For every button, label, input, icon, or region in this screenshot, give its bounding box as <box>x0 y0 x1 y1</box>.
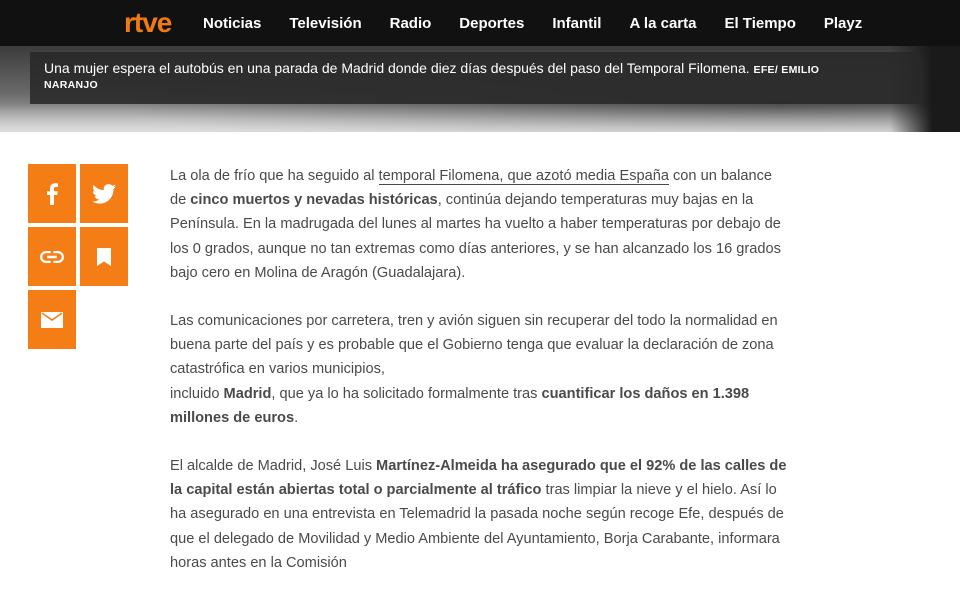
nav-item-noticias[interactable]: Noticias <box>203 15 261 32</box>
twitter-share-button[interactable] <box>80 164 128 223</box>
temporal-filomena-link[interactable]: temporal Filomena, que azotó media Españ… <box>378 168 669 185</box>
copy-link-button[interactable] <box>28 227 76 286</box>
p2-bold-madrid: Madrid <box>223 385 272 402</box>
bookmark-icon <box>97 247 111 266</box>
paragraph-3: El alcalde de Madrid, José Luis Martínez… <box>170 454 790 575</box>
email-share-button[interactable] <box>28 290 76 349</box>
main-nav: Noticias Televisión Radio Deportes Infan… <box>203 0 890 46</box>
nav-item-infantil[interactable]: Infantil <box>552 15 601 32</box>
nav-item-playz[interactable]: Playz <box>824 15 862 32</box>
caption-description: Una mujer espera el autobús en una parad… <box>44 60 750 76</box>
p1-text-a: La ola de frío que ha seguido al <box>170 168 379 184</box>
p1-bold: cinco muertos y nevadas históricas <box>190 192 438 209</box>
nav-item-television[interactable]: Televisión <box>289 15 361 32</box>
hero-image: Una mujer espera el autobús en una parad… <box>0 46 960 132</box>
p2-text-d: . <box>294 409 299 426</box>
paragraph-1: La ola de frío que ha seguido al tempora… <box>170 164 790 285</box>
twitter-icon <box>92 183 116 204</box>
nav-item-radio[interactable]: Radio <box>390 15 432 32</box>
facebook-share-button[interactable] <box>28 164 76 223</box>
bookmark-button[interactable] <box>80 227 128 286</box>
facebook-icon <box>47 182 58 205</box>
nav-item-deportes[interactable]: Deportes <box>459 15 524 32</box>
top-navigation-bar: rtve Noticias Televisión Radio Deportes … <box>0 0 960 46</box>
p2-text-b: incluido <box>170 385 224 402</box>
nav-item-el-tiempo[interactable]: El Tiempo <box>724 15 795 32</box>
caption-credit-1: EFE/ EMILIO <box>753 64 820 76</box>
mail-icon <box>41 311 63 328</box>
nav-item-a-la-carta[interactable]: A la carta <box>629 15 696 32</box>
p3-text-a: El alcalde de Madrid, José Luis <box>170 458 377 475</box>
article-body: La ola de frío que ha seguido al tempora… <box>170 164 790 594</box>
p2-text-c: , que ya lo ha solicitado formalmente tr… <box>271 385 542 402</box>
paragraph-2: Las comunicaciones por carretera, tren y… <box>170 309 790 430</box>
image-caption: Una mujer espera el autobús en una parad… <box>30 52 920 104</box>
link-icon <box>40 250 64 263</box>
p2-text-a: Las comunicaciones por carretera, tren y… <box>170 313 778 378</box>
caption-text: Una mujer espera el autobús en una parad… <box>44 60 906 79</box>
hero-snow-overlay <box>0 104 960 132</box>
rtve-logo[interactable]: rtve <box>124 7 172 39</box>
caption-credit-2: NARANJO <box>44 79 99 91</box>
